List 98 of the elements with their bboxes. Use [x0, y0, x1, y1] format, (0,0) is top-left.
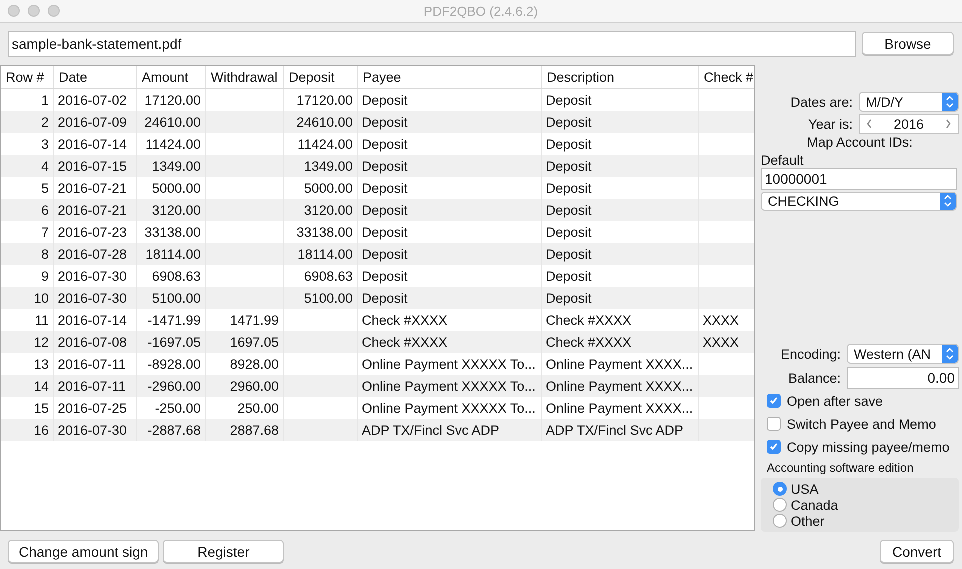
checkbox[interactable] — [767, 394, 781, 408]
checkmark-icon — [769, 442, 779, 452]
column-header[interactable]: Deposit — [284, 66, 358, 88]
table-cell: 2016-07-08 — [54, 331, 137, 353]
stepper-icon — [942, 93, 958, 112]
encoding-dropdown[interactable]: Western (AN — [847, 344, 959, 364]
table-cell: Deposit — [358, 199, 542, 221]
table-cell: 2016-07-30 — [54, 287, 137, 309]
table-cell: Online Payment XXXXX To... — [358, 375, 542, 397]
table-cell: -2960.00 — [137, 375, 206, 397]
column-header[interactable]: Row # — [1, 66, 54, 88]
table-cell: 14 — [1, 375, 54, 397]
radio-button[interactable] — [773, 514, 787, 528]
table-cell: 6 — [1, 199, 54, 221]
table-cell: ADP TX/Fincl Svc ADP — [358, 419, 542, 441]
table-cell: 2 — [1, 111, 54, 133]
table-cell: XXXX — [699, 331, 754, 353]
file-path-field[interactable]: sample-bank-statement.pdf — [8, 30, 856, 56]
balance-field[interactable]: 0.00 — [847, 367, 959, 390]
table-cell: Deposit — [542, 243, 699, 265]
table-cell: Deposit — [542, 155, 699, 177]
year-stepper[interactable]: 2016 — [859, 114, 959, 134]
table-cell: 8 — [1, 243, 54, 265]
table-cell: ADP TX/Fincl Svc ADP — [542, 419, 699, 441]
column-header[interactable]: Payee — [358, 66, 542, 88]
stepper-icon — [942, 345, 958, 364]
table-cell: 2016-07-30 — [54, 419, 137, 441]
table-cell: 1349.00 — [284, 155, 358, 177]
table-cell: 2016-07-09 — [54, 111, 137, 133]
table-cell: 5100.00 — [284, 287, 358, 309]
stepper-icon — [940, 192, 956, 210]
balance-label: Balance: — [788, 370, 841, 386]
dates-label: Dates are: — [790, 94, 853, 110]
table-cell: 2016-07-15 — [54, 155, 137, 177]
table-cell: -2887.68 — [137, 419, 206, 441]
checkbox[interactable] — [767, 417, 781, 432]
checkbox-label[interactable]: Copy missing payee/memo — [787, 440, 950, 455]
table-cell: Check #XXXX — [358, 331, 542, 353]
window-title: PDF2QBO (2.4.6.2) — [424, 4, 538, 18]
table-cell: Deposit — [542, 111, 699, 133]
table-cell: Check #XXXX — [542, 331, 699, 353]
column-header[interactable]: Date — [54, 66, 137, 88]
column-header[interactable]: Description — [542, 66, 699, 88]
radio-label[interactable]: USA — [791, 482, 819, 497]
table-cell: Online Payment XXXX... — [542, 375, 699, 397]
column-header[interactable]: Check # — [699, 66, 754, 88]
table-cell: 2887.68 — [206, 419, 284, 441]
year-label: Year is: — [808, 116, 853, 132]
map-account-label: Map Account IDs: — [806, 135, 914, 150]
radio-label[interactable]: Canada — [791, 498, 838, 513]
checkbox-label[interactable]: Switch Payee and Memo — [787, 416, 936, 432]
radio-button[interactable] — [773, 498, 787, 512]
edition-label: Accounting software edition — [766, 461, 915, 476]
change-sign-button[interactable]: Change amount sign — [8, 540, 160, 563]
table-cell: Deposit — [358, 111, 542, 133]
table-cell: 12 — [1, 331, 54, 353]
table-cell: Deposit — [358, 155, 542, 177]
checkbox-label[interactable]: Open after save — [787, 394, 884, 409]
table-cell: 4 — [1, 155, 54, 177]
browse-button[interactable]: Browse — [862, 32, 954, 55]
table-cell: 10 — [1, 287, 54, 309]
table-cell: Deposit — [542, 199, 699, 221]
table-cell: 3120.00 — [284, 199, 358, 221]
column-header[interactable]: Withdrawal — [206, 66, 284, 88]
table-cell: 5100.00 — [137, 287, 206, 309]
window-control-icon[interactable] — [28, 5, 40, 17]
convert-button[interactable]: Convert — [880, 540, 954, 563]
table-cell: 2960.00 — [206, 375, 284, 397]
window-control-icon[interactable] — [8, 5, 20, 17]
table-cell: -1697.05 — [137, 331, 206, 353]
table-cell: 1349.00 — [137, 155, 206, 177]
table-cell: 18114.00 — [284, 243, 358, 265]
table-cell: 2016-07-11 — [54, 375, 137, 397]
account-type-dropdown[interactable]: CHECKING — [761, 192, 957, 212]
table-cell: 2016-07-28 — [54, 243, 137, 265]
table-cell: Deposit — [358, 287, 542, 309]
table-cell: 24610.00 — [137, 111, 206, 133]
account-id-field[interactable]: 10000001 — [761, 168, 957, 190]
date-format-dropdown[interactable]: M/D/Y — [859, 92, 959, 112]
table-cell: 2016-07-21 — [54, 199, 137, 221]
checkmark-icon — [769, 396, 779, 406]
table-cell: 18114.00 — [137, 243, 206, 265]
window-control-icon[interactable] — [48, 5, 60, 17]
radio-button[interactable] — [773, 482, 787, 496]
column-header[interactable]: Amount — [137, 66, 206, 88]
radio-label[interactable]: Other — [791, 514, 825, 529]
table-cell: 16 — [1, 419, 54, 441]
default-label: Default — [761, 153, 805, 168]
table-cell: 1697.05 — [206, 331, 284, 353]
table-cell: 24610.00 — [284, 111, 358, 133]
table-cell: 3120.00 — [137, 199, 206, 221]
register-button[interactable]: Register — [163, 540, 284, 563]
chevron-left-icon[interactable] — [866, 119, 873, 130]
checkbox[interactable] — [767, 440, 781, 454]
table-cell: Deposit — [358, 243, 542, 265]
table-cell: Deposit — [542, 287, 699, 309]
encoding-label: Encoding: — [780, 346, 841, 362]
chevron-right-icon[interactable] — [944, 119, 952, 130]
